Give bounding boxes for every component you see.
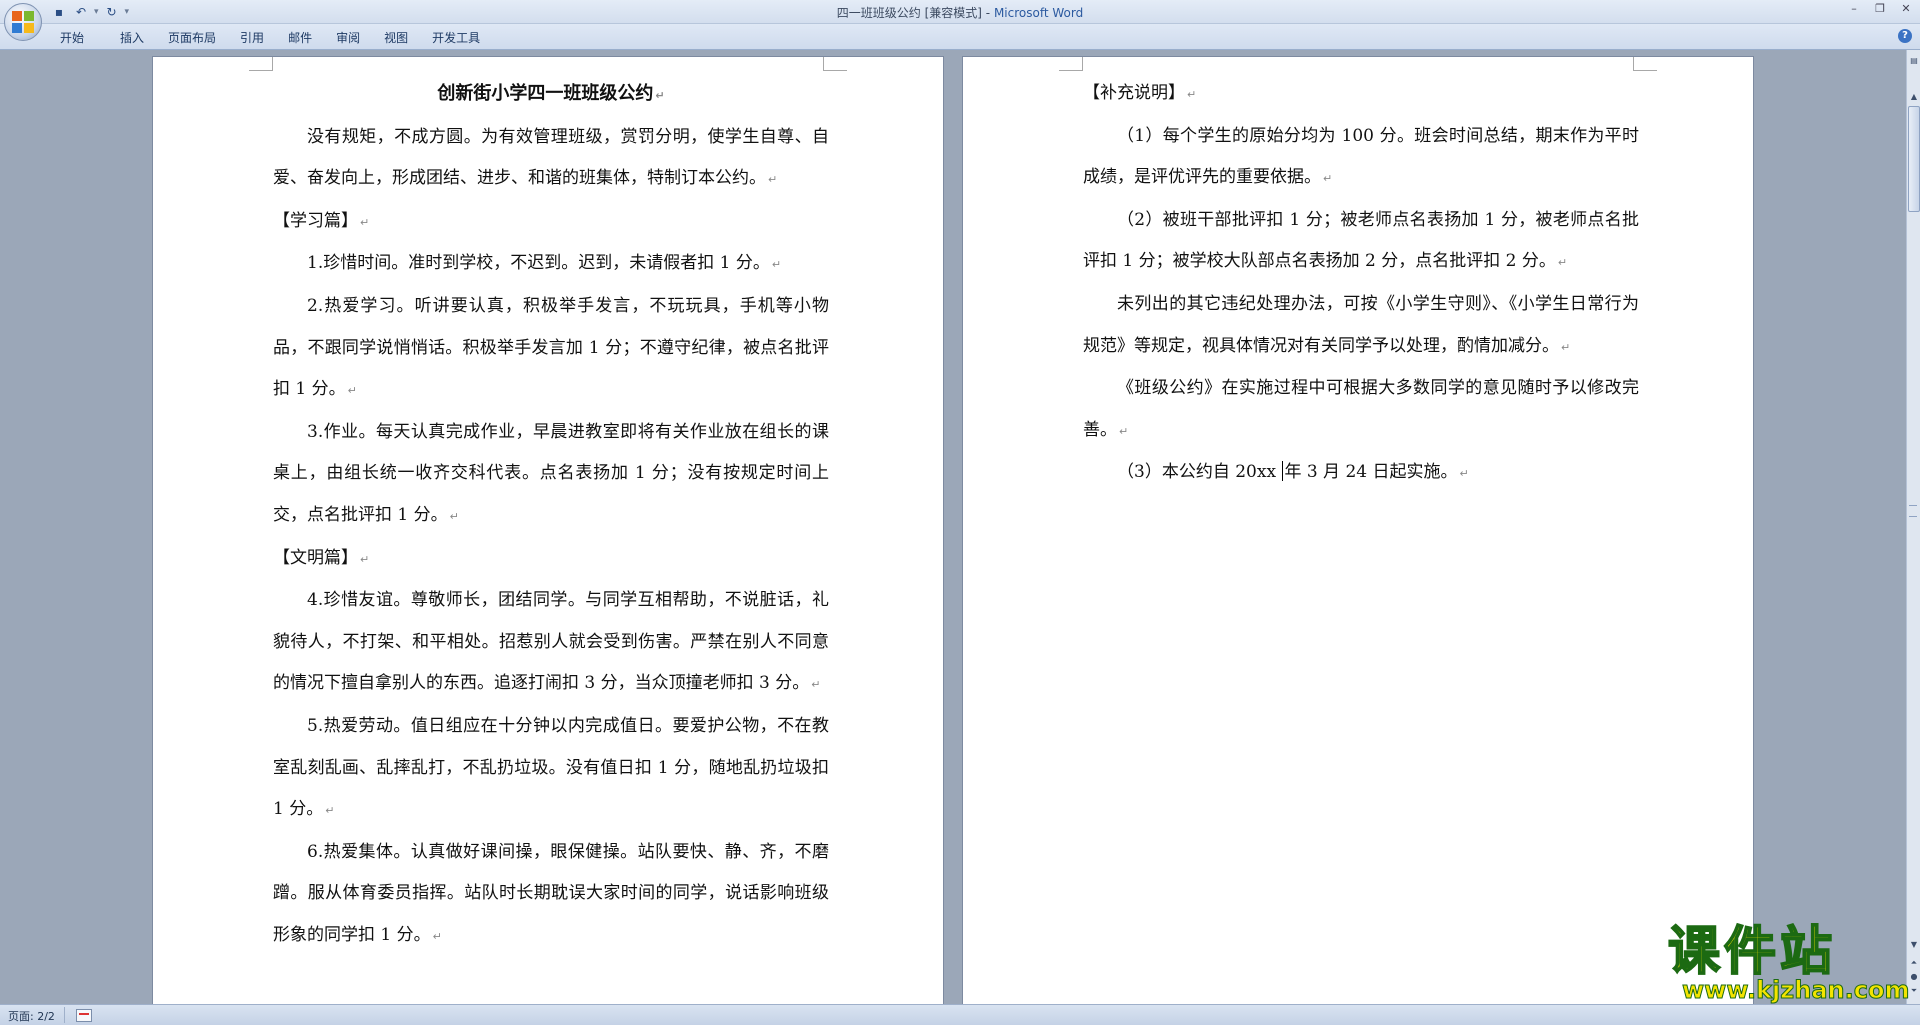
paragraph-mark: ↵ — [655, 89, 665, 102]
status-bar: 页面: 2/2 — [0, 1004, 1920, 1025]
paragraph-text: 4.珍惜友谊。尊敬师长，团结同学。与同学互相帮助，不说脏话，礼貌待人，不打架、和… — [273, 590, 829, 694]
tab-review[interactable]: 审阅 — [324, 29, 372, 47]
paragraph-mark: ↵ — [1561, 340, 1571, 354]
document-title-text: 创新街小学四一班班级公约 — [437, 83, 654, 104]
ribbon-tabs: 开始 插入 页面布局 引用 邮件 审阅 视图 开发工具 — [48, 29, 492, 47]
page-count[interactable]: 页面: 2/2 — [8, 1008, 55, 1024]
scroll-down-icon[interactable]: ▼ — [1908, 938, 1920, 952]
paragraph-mark: ↵ — [771, 258, 782, 272]
tab-home[interactable]: 开始 — [48, 29, 108, 47]
paragraph-mark: ↵ — [1459, 467, 1469, 481]
document-workspace: 创新街小学四一班班级公约 ↵ 没有规矩，不成方圆。为有效管理班级，赏罚分明，使学生… — [0, 50, 1906, 1004]
paragraph-text: 5.热爱劳动。值日组应在十分钟以内完成值日。要爱护公物，不在教室乱刻乱画、乱摔乱… — [273, 715, 829, 820]
proofing-icon[interactable] — [76, 1009, 92, 1022]
supplement-heading: 【补充说明】 ↵ — [1083, 73, 1639, 116]
effective-date-paragraph: （3）本公约自 20xx 年 3 月 24 日起实施。 ↵ — [1083, 452, 1639, 495]
watermark-text: 课件站 — [1667, 922, 1837, 982]
paragraph-mark: ↵ — [1557, 256, 1568, 270]
body-paragraph: 6.热爱集体。认真做好课间操，眼保健操。站队要快、静、齐，不磨蹭。服从体育委员指… — [273, 832, 829, 958]
effective-date-text-start: （3）本公约自 20xx — [1117, 462, 1282, 483]
supplement-paragraph: 未列出的其它违纪处理办法，可按《小学生守则》、《小学生日常行为规范》等规定，视具… — [1083, 284, 1639, 368]
tab-mailings[interactable]: 邮件 — [276, 29, 324, 47]
scroll-up-icon[interactable]: ▲ — [1908, 90, 1920, 104]
margin-corner-mark — [823, 57, 847, 71]
paragraph-text: 1.珍惜时间。准时到学校，不迟到。迟到，未请假者扣 1 分。 — [307, 253, 770, 274]
body-paragraph: 1.珍惜时间。准时到学校，不迟到。迟到，未请假者扣 1 分。 ↵ — [273, 243, 829, 286]
next-page-icon[interactable]: ⏷ — [1908, 984, 1920, 998]
document-title: 创新街小学四一班班级公约 ↵ — [273, 73, 829, 117]
tab-developer[interactable]: 开发工具 — [420, 29, 492, 47]
section-heading: 【文明篇】 ↵ — [273, 538, 829, 581]
tab-insert[interactable]: 插入 — [108, 29, 156, 47]
page-1[interactable]: 创新街小学四一班班级公约 ↵ 没有规矩，不成方圆。为有效管理班级，赏罚分明，使学生… — [152, 56, 944, 1004]
page-2[interactable]: 【补充说明】 ↵ （1）每个学生的原始分均为 100 分。班会时间总结，期末作为平… — [962, 56, 1754, 1004]
status-divider — [64, 1007, 65, 1023]
section-heading-text: 【学习篇】 — [273, 210, 358, 231]
paragraph-mark: ↵ — [449, 509, 459, 523]
supplement-paragraph: （1）每个学生的原始分均为 100 分。班会时间总结，期末作为平时成绩，是评优评… — [1083, 116, 1639, 200]
office-button[interactable] — [4, 3, 42, 41]
body-paragraph: 没有规矩，不成方圆。为有效管理班级，赏罚分明，使学生自尊、自爱、奋发向上，形成团… — [273, 117, 829, 201]
close-icon[interactable]: ✕ — [1898, 2, 1914, 16]
scroll-thumb[interactable] — [1908, 106, 1920, 212]
paragraph-text: （2）被班干部批评扣 1 分；被老师点名表扬加 1 分，被老师点名批评扣 1 分… — [1083, 209, 1639, 272]
minimize-icon[interactable]: – — [1846, 2, 1862, 16]
paragraph-text: （1）每个学生的原始分均为 100 分。班会时间总结，期末作为平时成绩，是评优评… — [1083, 125, 1639, 188]
margin-corner-mark — [1059, 57, 1083, 71]
paragraph-text: 3.作业。每天认真完成作业，早晨进教室即将有关作业放在组长的课桌上，由组长统一收… — [273, 421, 829, 525]
title-separator: - — [981, 6, 994, 20]
tab-view[interactable]: 视图 — [372, 29, 420, 47]
body-paragraph: 3.作业。每天认真完成作业，早晨进教室即将有关作业放在组长的课桌上，由组长统一收… — [273, 412, 829, 538]
office-logo-icon — [12, 11, 34, 33]
margin-corner-mark — [249, 57, 273, 71]
supplement-heading-text: 【补充说明】 — [1083, 83, 1185, 103]
section-heading-text: 【文明篇】 — [273, 547, 358, 568]
paragraph-text: 未列出的其它违纪处理办法，可按《小学生守则》、《小学生日常行为规范》等规定，视具… — [1083, 293, 1639, 356]
watermark: 课件站 www.kjzhan.com — [1667, 922, 1910, 1004]
page-1-text[interactable]: 创新街小学四一班班级公约 ↵ 没有规矩，不成方圆。为有效管理班级，赏罚分明，使学生… — [273, 73, 829, 957]
scroll-grip-icon — [1909, 505, 1917, 517]
tab-references[interactable]: 引用 — [228, 29, 276, 47]
title-bar: ▪ ↶ ▾ ↻ ▾ 四一班班级公约 [兼容模式] - Microsoft Wor… — [0, 0, 1920, 24]
paragraph-mark: ↵ — [360, 215, 370, 229]
paragraph-mark: ↵ — [360, 552, 370, 566]
tab-page-layout[interactable]: 页面布局 — [156, 29, 228, 47]
body-paragraph: 2.热爱学习。听讲要认真，积极举手发言，不玩玩具，手机等小物品，不跟同学说悄悄话… — [273, 286, 829, 412]
paragraph-mark: ↵ — [1187, 88, 1197, 101]
paragraph-text: 6.热爱集体。认真做好课间操，眼保健操。站队要快、静、齐，不磨蹭。服从体育委员指… — [273, 841, 829, 945]
window-controls: – ❐ ✕ — [1846, 2, 1914, 16]
document-name: 四一班班级公约 [兼容模式] — [836, 6, 982, 20]
paragraph-mark: ↵ — [347, 384, 357, 398]
restore-icon[interactable]: ❐ — [1872, 2, 1888, 16]
help-icon[interactable]: ? — [1898, 29, 1912, 43]
effective-date-text-end: 年 3 月 24 日起实施。 — [1284, 462, 1458, 483]
supplement-paragraph: 《班级公约》在实施过程中可根据大多数同学的意见随时予以修改完善。 ↵ — [1083, 368, 1639, 452]
paragraph-mark: ↵ — [1323, 172, 1333, 186]
paragraph-mark: ↵ — [811, 678, 821, 692]
vertical-scrollbar[interactable]: ▤ ▲ ▼ ⏶ ● ⏷ — [1906, 50, 1920, 1004]
paragraph-mark: ↵ — [768, 173, 778, 187]
ribbon: 开始 插入 页面布局 引用 邮件 审阅 视图 开发工具 ? — [0, 24, 1920, 50]
previous-page-icon[interactable]: ⏶ — [1908, 956, 1920, 970]
paragraph-text: 《班级公约》在实施过程中可根据大多数同学的意见随时予以修改完善。 — [1083, 378, 1639, 440]
section-heading: 【学习篇】 ↵ — [273, 201, 829, 244]
view-ruler-icon[interactable]: ▤ — [1908, 54, 1920, 68]
watermark-url: www.kjzhan.com — [1681, 976, 1910, 1004]
supplement-paragraph: （2）被班干部批评扣 1 分；被老师点名表扬加 1 分，被老师点名批评扣 1 分… — [1083, 200, 1639, 284]
browse-object-icon[interactable]: ● — [1908, 970, 1920, 984]
margin-corner-mark — [1633, 57, 1657, 71]
paragraph-mark: ↵ — [1119, 424, 1129, 438]
page-2-text[interactable]: 【补充说明】 ↵ （1）每个学生的原始分均为 100 分。班会时间总结，期末作为平… — [1083, 73, 1639, 495]
paragraph-mark: ↵ — [432, 929, 442, 943]
app-name: Microsoft Word — [993, 6, 1084, 20]
window-title: 四一班班级公约 [兼容模式] - Microsoft Word — [0, 4, 1920, 21]
body-paragraph: 4.珍惜友谊。尊敬师长，团结同学。与同学互相帮助，不说脏话，礼貌待人，不打架、和… — [273, 580, 829, 706]
paragraph-text: 没有规矩，不成方圆。为有效管理班级，赏罚分明，使学生自尊、自爱、奋发向上，形成团… — [273, 126, 829, 189]
body-paragraph: 5.热爱劳动。值日组应在十分钟以内完成值日。要爱护公物，不在教室乱刻乱画、乱摔乱… — [273, 706, 829, 832]
paragraph-mark: ↵ — [325, 804, 335, 818]
